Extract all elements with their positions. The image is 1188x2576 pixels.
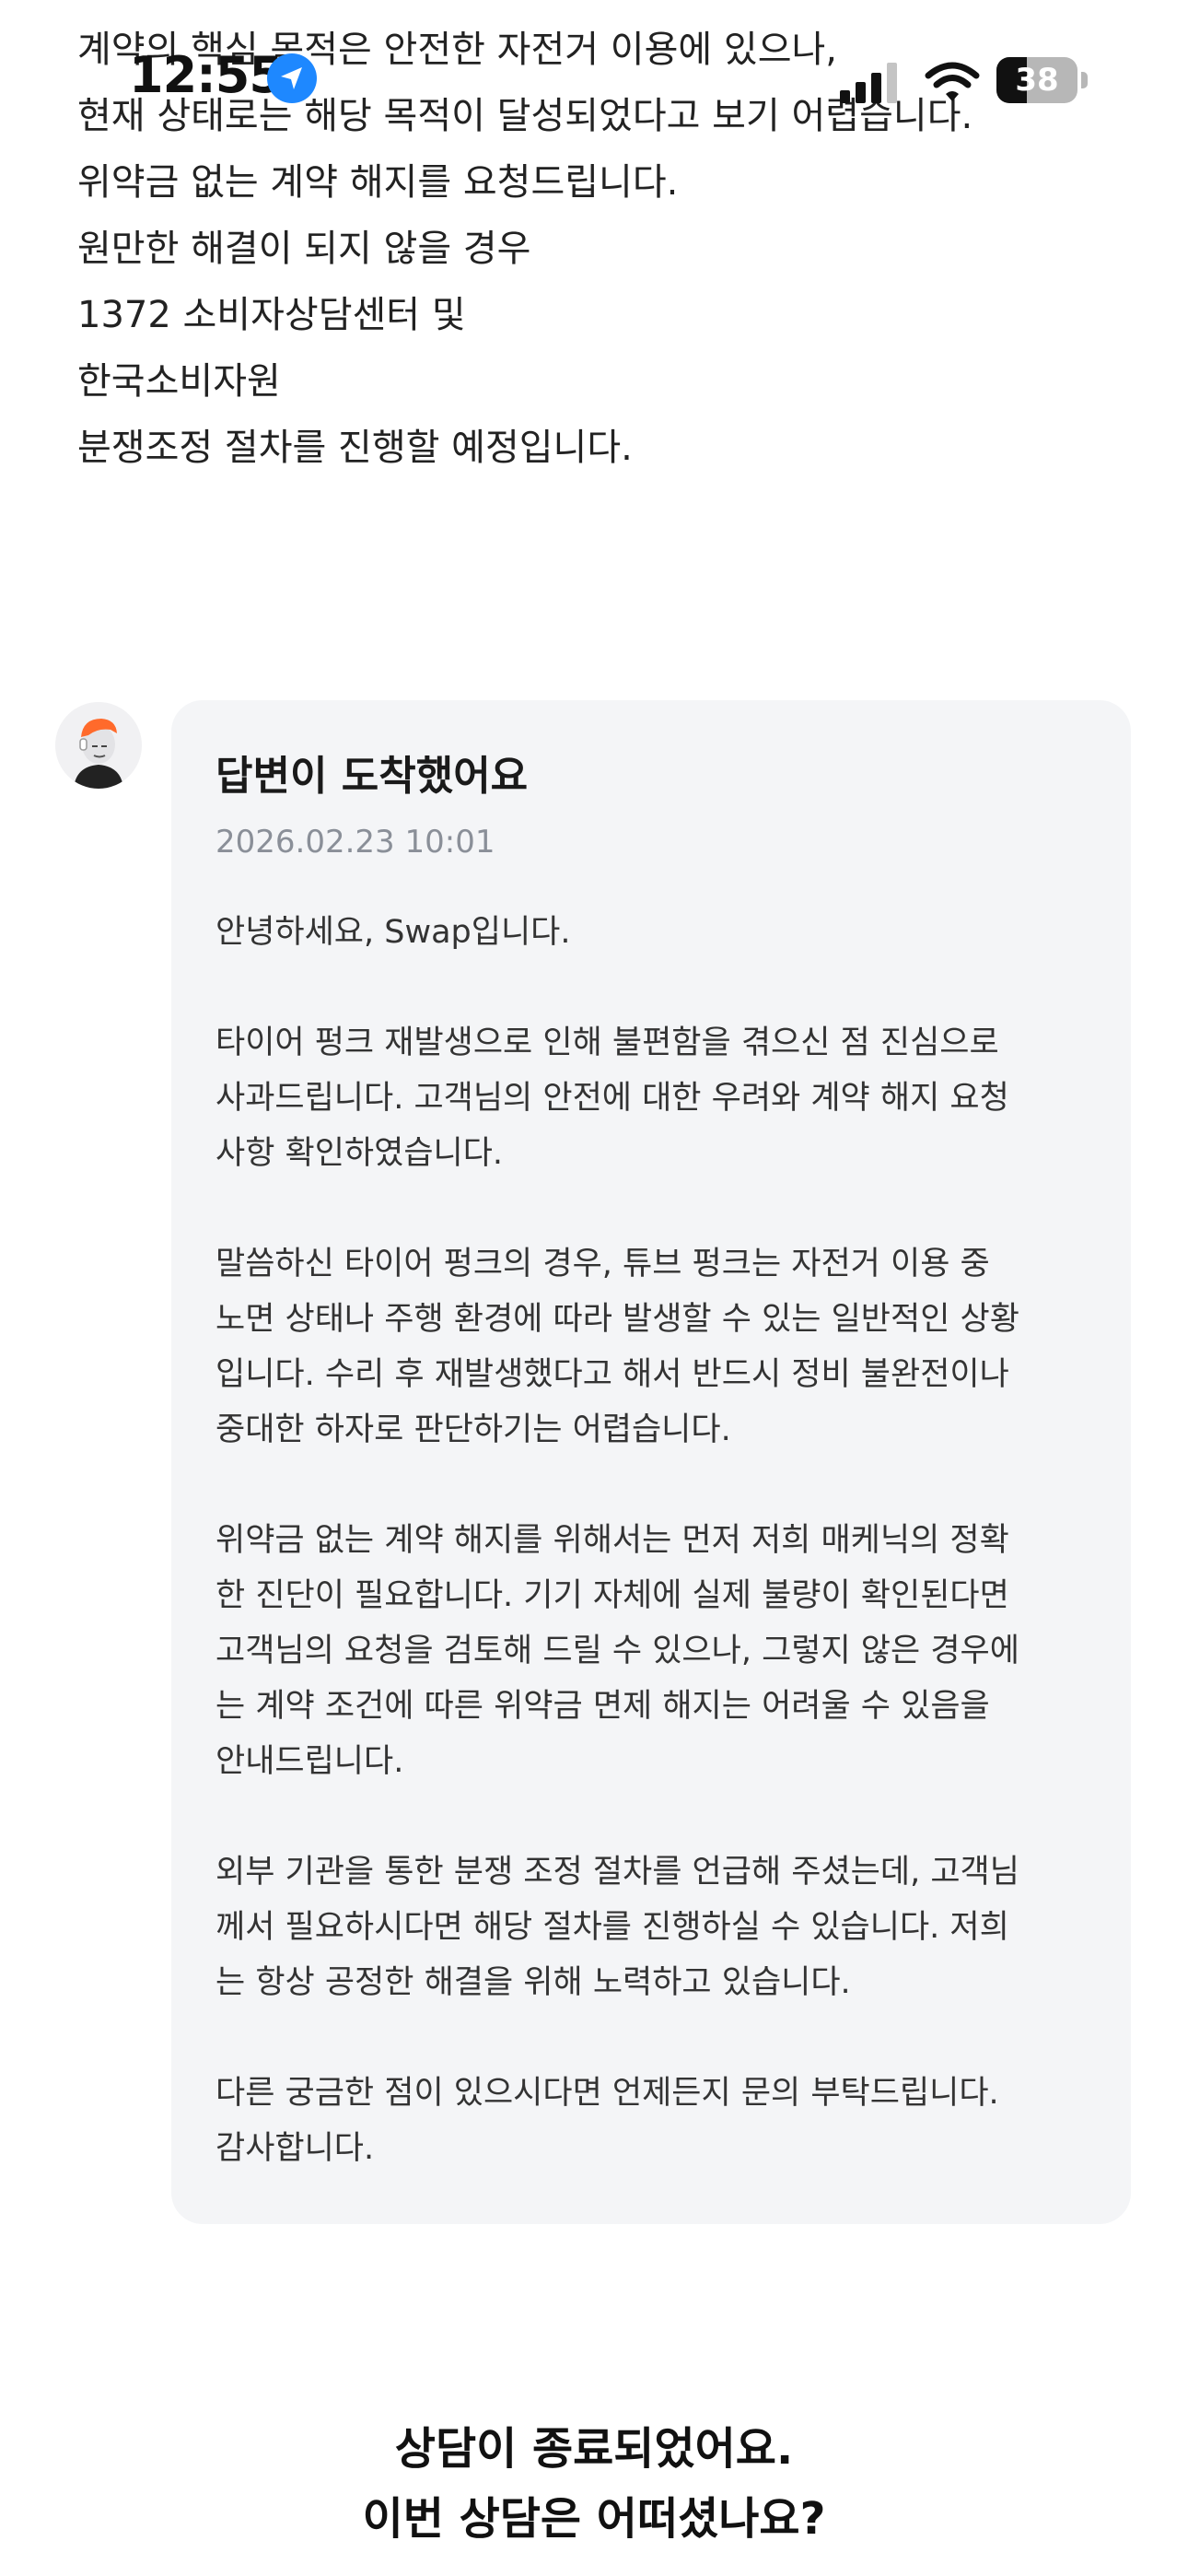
reply-line: 는 항상 공정한 해결을 위해 노력하고 있습니다. [215,1964,851,2001]
reply-line: 고객님의 요청을 검토해 드릴 수 있으나, 그렇지 않은 경우에 [215,1633,1019,1669]
reply-line: 위약금 없는 계약 해지를 위해서는 먼저 저희 매케닉의 정확 [215,1522,1009,1559]
status-time: 12:55 [129,46,284,104]
reply-title: 답변이 도착했어요 [215,753,529,800]
reply-paragraph: 타이어 펑크 재발생으로 인해 불편함을 겪으신 점 진심으로 사과드립니다. … [215,1015,1100,1181]
reply-line: 말씀하신 타이어 펑크의 경우, 튜브 펑크는 자전거 이용 중 [215,1246,990,1282]
agent-avatar [55,702,142,789]
consultation-closed-prompt: 상담이 종료되었어요. 이번 상담은 어떠셨나요? [0,2414,1188,2554]
reply-line: 입니다. 수리 후 재발생했다고 해서 반드시 정비 불완전이나 [215,1356,1009,1393]
cellular-signal-icon [840,63,904,103]
user-message-line: 1372 소비자상담센터 및 [77,294,466,336]
reply-line: 께서 필요하시다면 해당 절차를 진행하실 수 있습니다. 저희 [215,1909,1009,1946]
reply-line: 노면 상태나 주행 환경에 따라 발생할 수 있는 일반적인 상황 [215,1301,1019,1338]
reply-line: 사과드립니다. 고객님의 안전에 대한 우려와 계약 해지 요청 [215,1080,1009,1117]
reply-line: 중대한 하자로 판단하기는 어렵습니다. [215,1411,731,1448]
reply-line: 타이어 펑크 재발생으로 인해 불편함을 겪으신 점 진심으로 [215,1025,999,1061]
user-message-line: 한국소비자원 [77,360,281,403]
reply-paragraph: 말씀하신 타이어 펑크의 경우, 튜브 펑크는 자전거 이용 중 노면 상태나 … [215,1236,1100,1458]
closing-line-ended: 상담이 종료되었어요. [394,2423,794,2475]
reply-line: 감사합니다. [215,2130,375,2167]
wifi-icon [925,61,980,103]
battery-level-text: 38 [1015,62,1059,99]
reply-line: 한 진단이 필요합니다. 기기 자체에 실제 불량이 확인된다면 [215,1577,1009,1614]
reply-line: 사항 확인하였습니다. [215,1135,504,1172]
reply-paragraph: 안녕하세요, Swap입니다. [215,905,1100,960]
reply-card: 답변이 도착했어요 2026.02.23 10:01 안녕하세요, Swap입니… [171,700,1131,2224]
user-message-line: 원만한 해결이 되지 않을 경우 [77,228,531,270]
reply-line: 안녕하세요, Swap입니다. [215,914,571,951]
closing-line-feedback-question: 이번 상담은 어떠셨나요? [362,2493,826,2545]
user-message-line: 분쟁조정 절차를 진행할 예정입니다. [77,427,633,469]
status-bar: 12:55 38 [0,0,1188,157]
reply-body: 안녕하세요, Swap입니다. 타이어 펑크 재발생으로 인해 불편함을 겪으신… [215,905,1100,2231]
reply-line: 안내드립니다. [215,1743,404,1780]
reply-paragraph: 다른 궁금한 점이 있으시다면 언제든지 문의 부탁드립니다. 감사합니다. [215,2066,1100,2176]
battery-icon: 38 [996,57,1089,103]
user-message-line: 위약금 없는 계약 해지를 요청드립니다. [77,161,679,204]
reply-paragraph: 외부 기관을 통한 분쟁 조정 절차를 언급해 주셨는데, 고객님 께서 필요하… [215,1844,1100,2010]
location-arrow-icon [267,53,317,103]
reply-date: 2026.02.23 10:01 [215,824,495,861]
reply-line: 는 계약 조건에 따른 위약금 면제 해지는 어려울 수 있음을 [215,1688,990,1725]
reply-line: 외부 기관을 통한 분쟁 조정 절차를 언급해 주셨는데, 고객님 [215,1854,1019,1891]
reply-paragraph: 위약금 없는 계약 해지를 위해서는 먼저 저희 매케닉의 정확 한 진단이 필… [215,1513,1100,1789]
reply-line: 다른 궁금한 점이 있으시다면 언제든지 문의 부탁드립니다. [215,2075,999,2112]
